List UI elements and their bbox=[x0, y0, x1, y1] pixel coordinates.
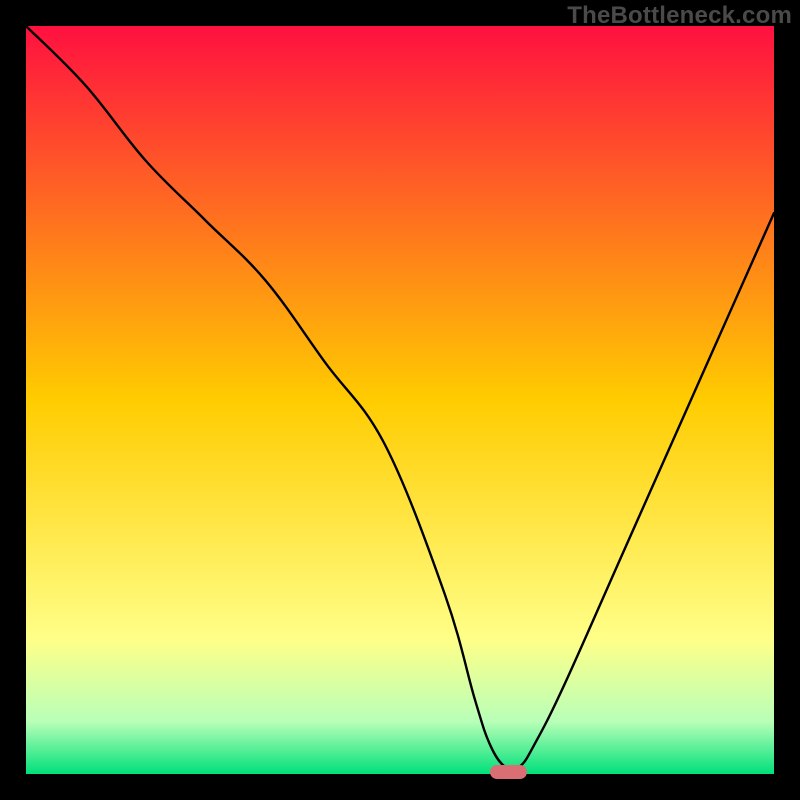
gradient-background bbox=[26, 26, 774, 774]
plot-svg bbox=[26, 26, 774, 774]
optimal-range-marker bbox=[490, 765, 527, 779]
plot-area bbox=[26, 26, 774, 774]
chart-frame: TheBottleneck.com bbox=[0, 0, 800, 800]
